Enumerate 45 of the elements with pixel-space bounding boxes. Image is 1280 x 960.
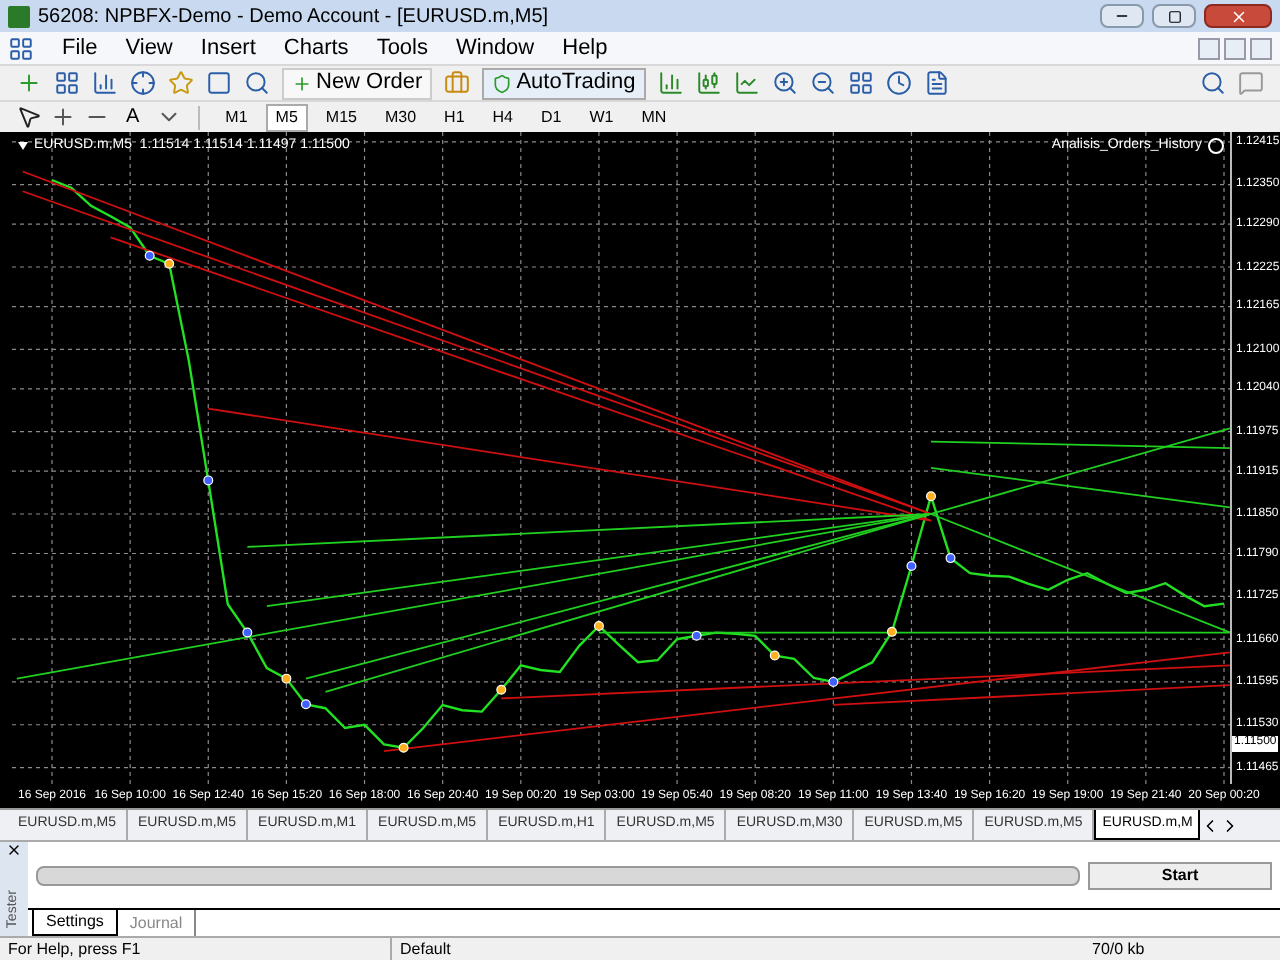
text-tool[interactable]: A [118,102,148,132]
status-text: Default [398,937,453,960]
autotrading-button[interactable]: AutoTrading [482,67,646,99]
timeframe-button[interactable]: D1 [531,103,572,131]
status-text: 70/0 kb [1090,937,1147,960]
timeframe-button[interactable]: MN [631,103,677,131]
zoom-in-icon[interactable] [771,70,798,96]
tester-tab[interactable]: Settings [32,910,118,936]
new-order-button[interactable]: New Order [282,67,433,99]
app-logo-icon [8,5,30,27]
timeframe-button[interactable]: M5 [265,103,308,131]
menu-item[interactable]: Help [562,31,608,65]
timeframe-button[interactable]: M1 [215,103,258,131]
zoom-out-icon[interactable] [809,70,836,96]
timeframe-button[interactable]: H4 [482,103,524,131]
shield-icon [492,73,513,93]
search-icon[interactable] [1200,70,1226,96]
menu-item[interactable]: Window [456,31,535,65]
cursor-icon[interactable] [16,104,42,130]
star-icon[interactable] [168,70,194,96]
plus-icon [292,73,312,93]
timeframe-button[interactable]: M30 [374,103,427,131]
caret-icon[interactable] [18,142,28,150]
timeframe-button[interactable]: H1 [434,103,475,131]
bar-chart-icon[interactable] [657,70,684,96]
menu-item[interactable]: Charts [283,31,349,65]
clock-icon[interactable] [885,70,912,96]
window-title: 56208: NPBFX-Demo - Demo Account - [EURUSD.m,M5] [38,3,551,31]
template-icon[interactable] [923,70,950,96]
menu-item[interactable]: View [125,31,173,65]
timeframe-button[interactable]: M15 [315,103,367,131]
menu-item[interactable]: File [62,31,98,65]
menu-item[interactable]: Tools [376,31,428,65]
menu-item[interactable]: Insert [200,31,256,65]
timeframe-button[interactable]: W1 [579,103,624,131]
line-chart-icon[interactable] [733,70,760,96]
status-text: For Help, press F1 [0,937,392,960]
close-icon [1229,7,1247,25]
briefcase-icon[interactable] [444,70,471,96]
close-icon[interactable] [6,842,22,858]
maximize-button[interactable] [1152,4,1196,28]
candlestick-icon[interactable] [695,70,722,96]
add-chart-icon[interactable] [16,70,42,96]
start-button[interactable]: Start [1088,861,1272,889]
maximize-icon [1167,9,1181,23]
